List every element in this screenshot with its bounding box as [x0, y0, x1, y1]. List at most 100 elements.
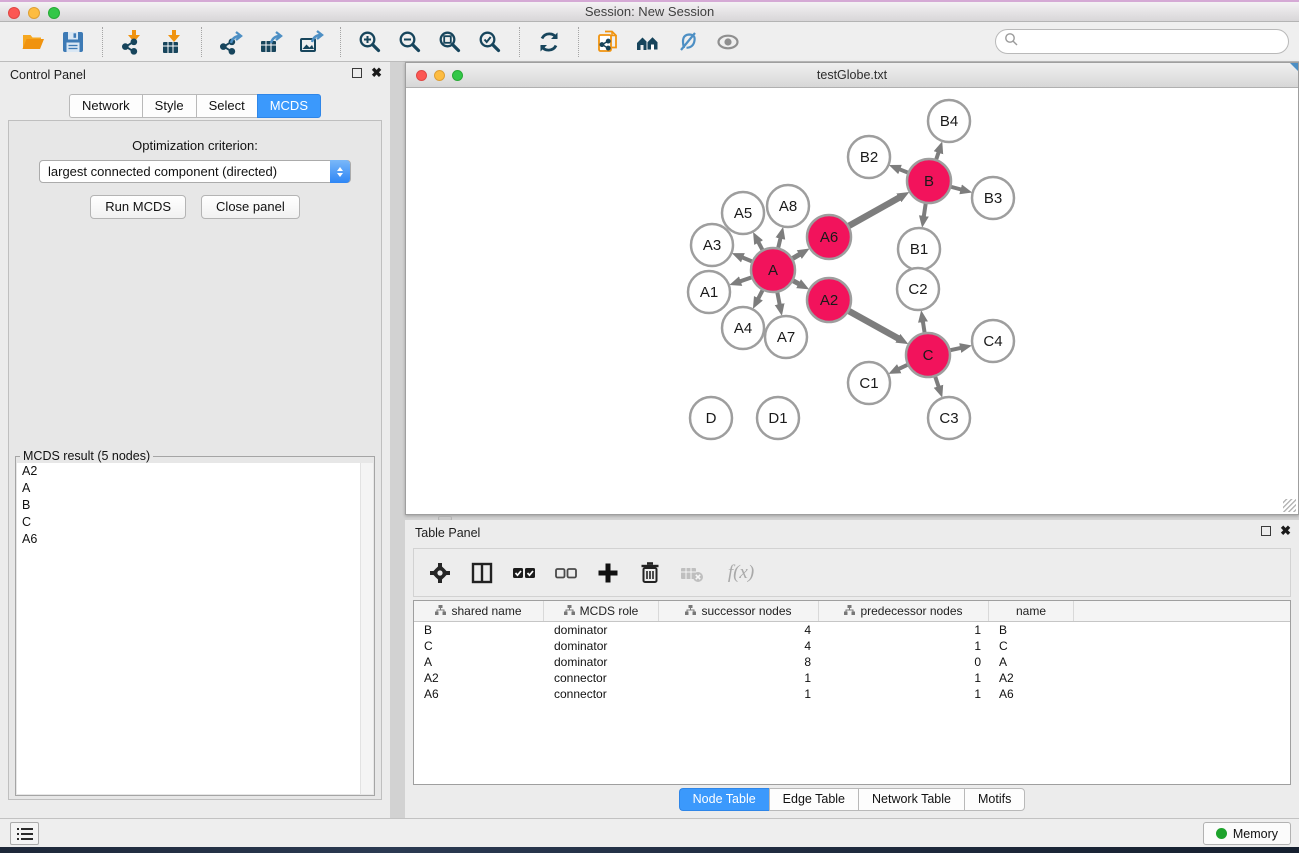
export-network-icon[interactable] [214, 26, 248, 58]
export-table-icon[interactable] [254, 26, 288, 58]
close-table-panel-icon[interactable]: ✖ [1280, 526, 1291, 536]
criterion-dropdown[interactable]: largest connected component (directed) [39, 160, 351, 183]
table-cell: 4 [659, 638, 819, 654]
tab-edge-table[interactable]: Edge Table [769, 788, 858, 811]
node-table: shared nameMCDS rolesuccessor nodesprede… [413, 600, 1291, 785]
column-header-name[interactable]: name [989, 601, 1074, 621]
graph-node-B3[interactable]: B3 [972, 177, 1014, 219]
graph-node-C2[interactable]: C2 [897, 268, 939, 310]
toolbar-separator [340, 27, 341, 57]
memory-status-icon [1216, 828, 1227, 839]
float-table-panel-icon[interactable] [1261, 526, 1271, 536]
graph-node-A6[interactable]: A6 [807, 215, 851, 259]
float-panel-icon[interactable] [352, 68, 362, 78]
graph-node-A8[interactable]: A8 [767, 185, 809, 227]
graph-node-C3[interactable]: C3 [928, 397, 970, 439]
import-table-icon[interactable] [155, 26, 189, 58]
tab-mcds[interactable]: MCDS [257, 94, 321, 118]
column-header-shared-name[interactable]: shared name [414, 601, 544, 621]
tab-network[interactable]: Network [69, 94, 142, 118]
table-row[interactable]: Bdominator41B [414, 622, 1290, 638]
table-row[interactable]: Cdominator41C [414, 638, 1290, 654]
graph-node-C[interactable]: C [906, 333, 950, 377]
network-canvas[interactable]: A A1 A2 A3 A4 A5 A6 A7 A8 B B1 B2 B3 B4 C C1 C2 C3C4 D D1 [406, 88, 1298, 514]
zoom-selected-icon[interactable] [473, 26, 507, 58]
graph-node-D1[interactable]: D1 [757, 397, 799, 439]
table-row[interactable]: Adominator80A [414, 654, 1290, 670]
tab-motifs[interactable]: Motifs [964, 788, 1025, 811]
graph-node-C1[interactable]: C1 [848, 362, 890, 404]
zoom-in-icon[interactable] [353, 26, 387, 58]
control-panel-title: Control Panel [10, 68, 86, 82]
run-mcds-button[interactable]: Run MCDS [90, 195, 186, 219]
table-cell: 0 [819, 654, 989, 670]
search-input[interactable] [1019, 32, 1288, 52]
graph-node-B2[interactable]: B2 [848, 136, 890, 178]
graph-node-A5[interactable]: A5 [722, 192, 764, 234]
result-item-a2[interactable]: A2 [17, 463, 373, 480]
column-header-MCDS-role[interactable]: MCDS role [544, 601, 659, 621]
close-panel-icon[interactable]: ✖ [371, 68, 382, 78]
table-row[interactable]: A2connector11A2 [414, 670, 1290, 686]
svg-text:B3: B3 [984, 190, 1002, 207]
tree-icon [564, 604, 575, 618]
svg-text:A7: A7 [777, 329, 795, 346]
result-item-a6[interactable]: A6 [17, 531, 373, 548]
svg-text:A3: A3 [703, 237, 721, 254]
save-session-icon[interactable] [56, 26, 90, 58]
zoom-fit-icon[interactable] [433, 26, 467, 58]
svg-text:A6: A6 [820, 229, 838, 246]
tab-select[interactable]: Select [196, 94, 257, 118]
search-field[interactable] [995, 29, 1289, 54]
svg-text:B: B [924, 173, 934, 190]
zoom-out-icon[interactable] [393, 26, 427, 58]
graph-node-C4[interactable]: C4 [972, 320, 1014, 362]
result-item-a[interactable]: A [17, 480, 373, 497]
graph-node-A1[interactable]: A1 [688, 271, 730, 313]
column-header-successor-nodes[interactable]: successor nodes [659, 601, 819, 621]
clone-network-icon[interactable] [591, 26, 625, 58]
table-row[interactable]: A6connector11A6 [414, 686, 1290, 702]
toggle-graphics-details-icon[interactable] [671, 26, 705, 58]
settings-gear-icon[interactable] [426, 559, 454, 587]
column-layout-icon[interactable] [468, 559, 496, 587]
mcds-result-title: MCDS result (5 nodes) [20, 449, 153, 463]
resize-grip-icon[interactable] [1283, 499, 1296, 512]
window-titlebar: Session: New Session [0, 0, 1299, 22]
graph-node-A7[interactable]: A7 [765, 316, 807, 358]
result-item-b[interactable]: B [17, 497, 373, 514]
select-all-checked-icon[interactable] [510, 559, 538, 587]
task-history-button[interactable] [10, 822, 39, 845]
graph-node-A3[interactable]: A3 [691, 224, 733, 266]
export-image-icon[interactable] [294, 26, 328, 58]
column-header-predecessor-nodes[interactable]: predecessor nodes [819, 601, 989, 621]
graph-node-B1[interactable]: B1 [898, 228, 940, 270]
delete-columns-icon[interactable] [636, 559, 664, 587]
graph-node-A[interactable]: A [751, 248, 795, 292]
graph-node-B[interactable]: B [907, 159, 951, 203]
toolbar-separator [578, 27, 579, 57]
open-session-icon[interactable] [16, 26, 50, 58]
svg-text:D: D [706, 410, 717, 427]
toolbar-separator [201, 27, 202, 57]
close-panel-button[interactable]: Close panel [201, 195, 300, 219]
add-column-icon[interactable] [594, 559, 622, 587]
tab-network-table[interactable]: Network Table [858, 788, 964, 811]
graph-node-B4[interactable]: B4 [928, 100, 970, 142]
graph-node-A4[interactable]: A4 [722, 307, 764, 349]
search-icon [1004, 32, 1019, 52]
table-cell: 1 [819, 686, 989, 702]
table-cell: A [414, 654, 544, 670]
eye-icon[interactable] [711, 26, 745, 58]
tab-style[interactable]: Style [142, 94, 196, 118]
graph-node-A2[interactable]: A2 [807, 278, 851, 322]
deselect-all-unchecked-icon[interactable] [552, 559, 580, 587]
result-item-c[interactable]: C [17, 514, 373, 531]
import-network-icon[interactable] [115, 26, 149, 58]
refresh-icon[interactable] [532, 26, 566, 58]
result-scrollbar[interactable] [360, 463, 373, 794]
tab-node-table[interactable]: Node Table [679, 788, 769, 811]
memory-button[interactable]: Memory [1203, 822, 1291, 845]
graph-node-D[interactable]: D [690, 397, 732, 439]
double-home-icon[interactable] [631, 26, 665, 58]
